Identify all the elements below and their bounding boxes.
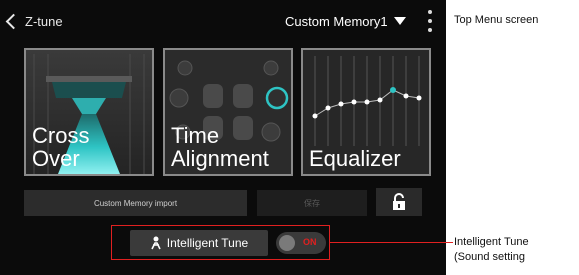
custom-memory-label: Custom Memory1 bbox=[285, 13, 388, 29]
dropdown-arrow-icon bbox=[393, 17, 406, 25]
intelligent-tune-button[interactable]: Intelligent Tune bbox=[130, 230, 268, 256]
back-label: Z-tune bbox=[25, 13, 63, 29]
save-button[interactable]: 保存 bbox=[257, 190, 367, 216]
equalizer-label: Equalizer bbox=[309, 146, 401, 171]
intelligent-tune-annotation-line2: (Sound setting bbox=[454, 251, 525, 263]
cross-over-label: Cross Over bbox=[32, 124, 89, 170]
time-alignment-label-line2: Alignment bbox=[171, 146, 269, 171]
intelligent-tune-label: Intelligent Tune bbox=[166, 236, 249, 250]
more-options-icon[interactable] bbox=[424, 8, 436, 34]
lock-button[interactable] bbox=[376, 188, 422, 216]
top-bar: Z-tune Custom Memory1 bbox=[0, 0, 446, 40]
toggle-state-label: ON bbox=[303, 237, 317, 247]
time-alignment-tile[interactable]: Time Alignment bbox=[163, 48, 293, 176]
chevron-left-icon bbox=[5, 13, 22, 29]
intelligent-tune-annotation-line1: Intelligent Tune bbox=[454, 236, 529, 248]
custom-memory-import-button[interactable]: Custom Memory import bbox=[24, 190, 247, 216]
cross-over-label-line2: Over bbox=[32, 146, 80, 171]
equalizer-tile[interactable]: Equalizer bbox=[301, 48, 431, 176]
cross-over-label-line1: Cross bbox=[32, 123, 90, 148]
annotation-leader-line bbox=[330, 242, 453, 243]
person-icon bbox=[151, 236, 161, 250]
toggle-knob bbox=[279, 235, 295, 251]
time-alignment-label-line1: Time bbox=[171, 123, 220, 148]
intelligent-tune-toggle[interactable]: ON bbox=[276, 232, 326, 254]
back-button[interactable]: Z-tune bbox=[5, 10, 63, 32]
z-tune-screen: Z-tune Custom Memory1 Cross Over Time Al… bbox=[0, 0, 446, 275]
time-alignment-label: Time Alignment bbox=[171, 124, 269, 170]
unlock-icon bbox=[393, 193, 405, 210]
cross-over-tile[interactable]: Cross Over bbox=[24, 48, 154, 176]
top-menu-annotation: Top Menu screen bbox=[454, 14, 539, 26]
custom-memory-select[interactable]: Custom Memory1 bbox=[285, 10, 406, 32]
